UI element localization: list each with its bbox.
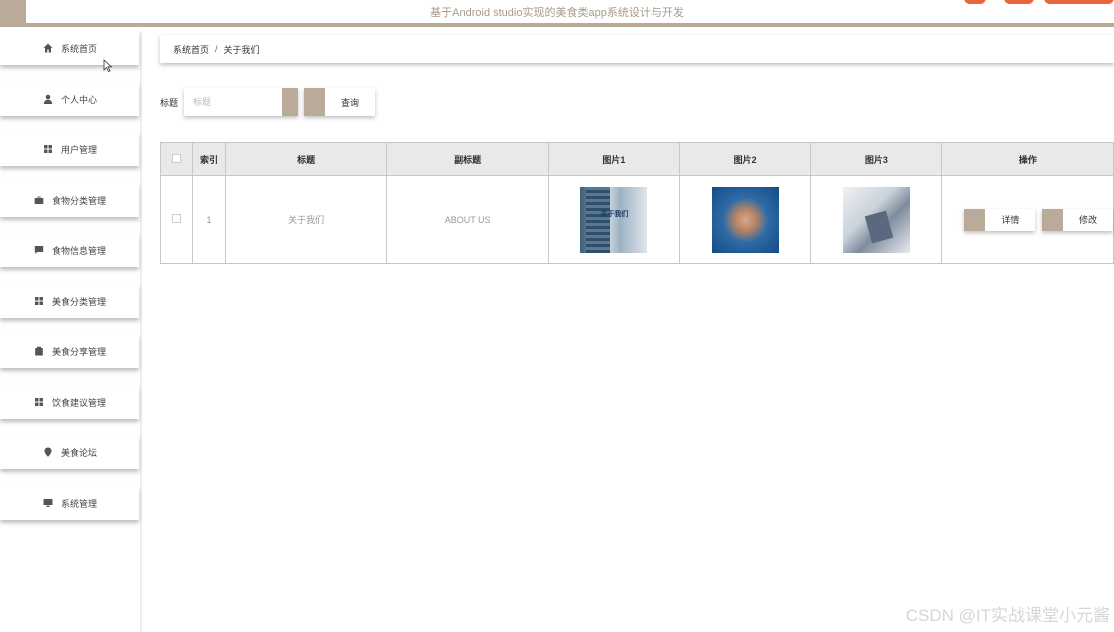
clipboard-icon <box>33 345 45 357</box>
corner-logo-icon <box>964 0 1114 4</box>
sidebar-item-label: 美食分享管理 <box>51 346 106 357</box>
search-button[interactable]: 查询 <box>304 88 375 116</box>
briefcase-icon <box>33 194 45 206</box>
sidebar-item-label: 美食分类管理 <box>51 296 106 307</box>
location-pin-icon <box>42 446 54 458</box>
breadcrumb-home[interactable]: 系统首页 <box>173 43 209 56</box>
top-header: 基于Android studio实现的美食类app系统设计与开发 <box>0 0 1114 27</box>
sidebar-item-label: 系统首页 <box>60 43 97 54</box>
sidebar-item-label: 用户管理 <box>60 144 97 155</box>
sidebar-item-food-info-management[interactable]: 食物信息管理 <box>0 233 139 267</box>
row-actions-cell: 详情 修改 <box>941 175 1114 264</box>
column-header-title: 标题 <box>224 142 388 176</box>
row-title: 关于我们 <box>224 175 388 264</box>
sidebar-item-cuisine-share-management[interactable]: 美食分享管理 <box>0 334 139 368</box>
row-image2-cell <box>678 175 812 264</box>
column-header-actions: 操作 <box>941 142 1114 176</box>
app-title: 基于Android studio实现的美食类app系统设计与开发 <box>430 7 684 19</box>
search-input[interactable] <box>184 88 298 116</box>
row-index: 1 <box>192 175 226 264</box>
row-image1-cell: 关于我们 <box>547 175 681 264</box>
grid-icon <box>33 295 45 307</box>
watermark: CSDN @IT实战课堂小元酱 <box>905 606 1110 625</box>
sidebar-item-system-management[interactable]: 系统管理 <box>0 486 139 520</box>
column-header-subtitle: 副标题 <box>386 142 549 176</box>
home-icon <box>42 42 54 54</box>
sidebar-item-personal-center[interactable]: 个人中心 <box>0 82 139 116</box>
breadcrumb-current: 关于我们 <box>223 44 260 55</box>
column-header-index: 索引 <box>192 142 226 176</box>
search-label: 标题 <box>160 98 179 108</box>
sidebar-item-cuisine-category-management[interactable]: 美食分类管理 <box>0 284 139 318</box>
sidebar-item-food-forum[interactable]: 美食论坛 <box>0 435 139 469</box>
edit-button[interactable]: 修改 <box>1041 208 1113 231</box>
sidebar-item-label: 美食论坛 <box>60 447 97 458</box>
sidebar-item-user-management[interactable]: 用户管理 <box>0 132 139 166</box>
row-checkbox[interactable] <box>172 214 182 223</box>
detail-button[interactable]: 详情 <box>964 208 1036 231</box>
sidebar-item-home[interactable]: 系统首页 <box>0 31 139 65</box>
sidebar-item-food-category-management[interactable]: 食物分类管理 <box>0 183 139 217</box>
column-header-image2: 图片2 <box>678 142 812 176</box>
sidebar-item-label: 系统管理 <box>60 498 97 509</box>
sidebar-item-label: 个人中心 <box>60 94 97 105</box>
select-all-cell <box>159 142 194 176</box>
column-header-image3: 图片3 <box>810 142 943 176</box>
mouse-cursor-icon <box>103 59 113 73</box>
data-table: 索引 标题 副标题 图片1 图片2 图片3 操作 1 关于我们 ABOUT US… <box>159 142 1114 264</box>
table-row: 1 关于我们 ABOUT US 关于我们 详情 修改 <box>159 175 1114 264</box>
row-subtitle: ABOUT US <box>386 175 549 264</box>
user-icon <box>42 93 54 105</box>
sidebar: 系统首页 个人中心 用户管理 食物分类管理 食物信息管理 美食分类管理 美食分享… <box>0 31 142 632</box>
table-header-row: 索引 标题 副标题 图片1 图片2 图片3 操作 <box>159 142 1114 176</box>
breadcrumb-separator: / <box>215 44 218 54</box>
sidebar-item-label: 食物信息管理 <box>51 245 106 256</box>
column-header-image1: 图片1 <box>547 142 681 176</box>
row-select-cell <box>159 175 194 264</box>
select-all-checkbox[interactable] <box>172 153 182 163</box>
image3-thumbnail[interactable] <box>842 186 910 253</box>
message-icon <box>33 244 45 256</box>
grid-icon <box>42 143 54 155</box>
breadcrumb: 系统首页 / 关于我们 <box>160 35 1114 63</box>
sidebar-item-diet-advice-management[interactable]: 饮食建议管理 <box>0 385 139 419</box>
sidebar-item-label: 饮食建议管理 <box>51 397 106 408</box>
sidebar-item-label: 食物分类管理 <box>51 195 106 206</box>
row-image3-cell <box>810 175 943 264</box>
image1-caption: 关于我们 <box>600 210 629 218</box>
image1-thumbnail[interactable]: 关于我们 <box>580 186 648 253</box>
monitor-icon <box>42 497 54 509</box>
image2-thumbnail[interactable] <box>711 186 779 253</box>
grid-icon <box>33 396 45 408</box>
